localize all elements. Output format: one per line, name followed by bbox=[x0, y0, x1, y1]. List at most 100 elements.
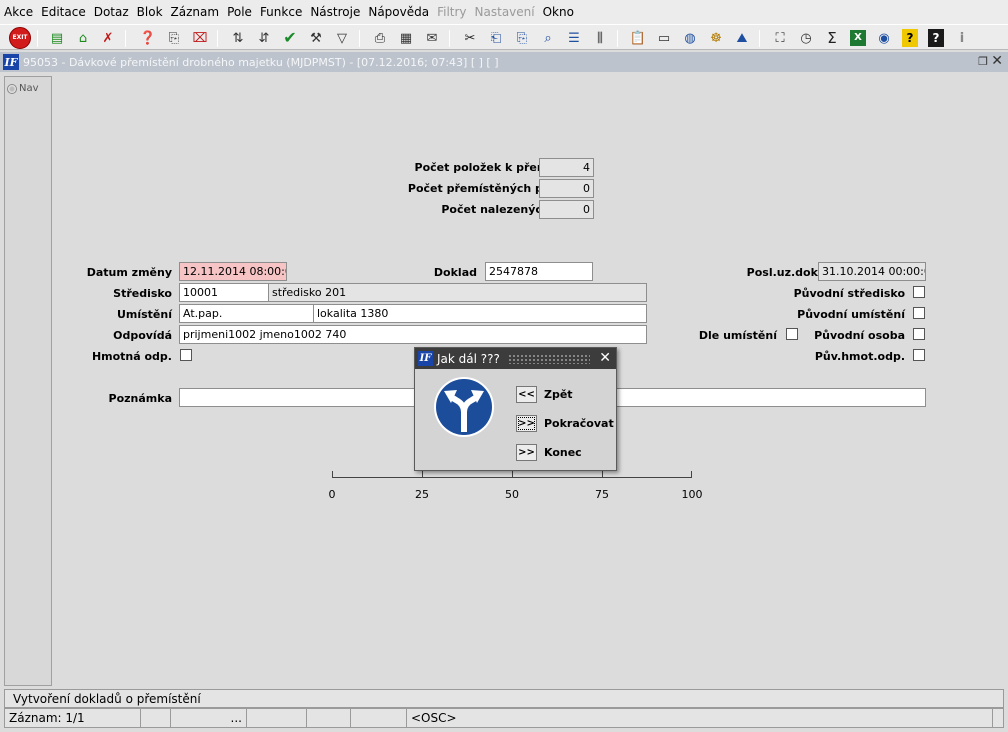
nav-tab[interactable]: Nav bbox=[7, 80, 47, 97]
menu-funkce[interactable]: Funkce bbox=[260, 5, 302, 19]
confirm-icon[interactable]: ✔ bbox=[280, 28, 300, 48]
globe-icon[interactable]: ◍ bbox=[680, 28, 700, 48]
datum-label: Datum změny bbox=[86, 266, 172, 279]
road-sign-icon bbox=[434, 377, 494, 437]
puv-umisteni-checkbox[interactable] bbox=[913, 307, 925, 319]
dialog-title: Jak dál ??? bbox=[437, 351, 500, 366]
duplicate-record-icon[interactable]: ⌂ bbox=[73, 28, 93, 48]
toolbar-separator bbox=[37, 30, 38, 47]
record-indicator: Záznam: 1/1 bbox=[5, 709, 141, 727]
nav-tab-label: Nav bbox=[19, 83, 39, 94]
datum-field[interactable]: 12.11.2014 08:00:00 bbox=[179, 262, 287, 281]
odpovida-label: Odpovídá bbox=[113, 329, 172, 342]
restore-icon[interactable]: ❐ bbox=[978, 55, 988, 68]
puv-umisteni-label: Původní umístění bbox=[797, 308, 905, 321]
mountain-icon[interactable]: ⛰ bbox=[732, 28, 752, 48]
nav-radio-icon bbox=[7, 83, 17, 94]
umisteni-name-field[interactable]: lokalita 1380 bbox=[313, 304, 647, 323]
dialog-titlebar: IF Jak dál ??? ✕ bbox=[415, 348, 616, 369]
enter-query-icon[interactable]: ❓ bbox=[138, 28, 158, 48]
clock-icon[interactable]: ◷ bbox=[796, 28, 816, 48]
menu-napoveda[interactable]: Nápověda bbox=[368, 5, 429, 19]
menu-akce[interactable]: Akce bbox=[4, 5, 33, 19]
end-label[interactable]: Konec bbox=[544, 446, 582, 459]
web-icon[interactable]: ◉ bbox=[874, 28, 894, 48]
copy-icon[interactable]: ⎗ bbox=[486, 28, 506, 48]
menu-bar: Akce Editace Dotaz Blok Záznam Pole Funk… bbox=[0, 0, 1008, 24]
dialog-close-icon[interactable]: ✕ bbox=[599, 350, 611, 366]
end-button[interactable]: >> bbox=[516, 444, 537, 461]
umisteni-code-field[interactable]: At.pap. bbox=[179, 304, 314, 323]
menu-blok[interactable]: Blok bbox=[137, 5, 163, 19]
chart-icon[interactable]: ⛶ bbox=[770, 28, 790, 48]
toolbar-separator bbox=[359, 30, 360, 47]
odpovida-field[interactable]: prijmeni1002 jmeno1002 740 bbox=[179, 325, 647, 344]
stredisko-code-field[interactable]: 10001 bbox=[179, 283, 269, 302]
cut-icon[interactable]: ✂ bbox=[460, 28, 480, 48]
print-preview-icon[interactable]: ▦ bbox=[396, 28, 416, 48]
menu-pole[interactable]: Pole bbox=[227, 5, 252, 19]
errors-count-field: 0 bbox=[539, 200, 594, 219]
status-cell bbox=[307, 709, 351, 727]
stredisko-name-field: středisko 201 bbox=[268, 283, 647, 302]
close-window-icon[interactable]: ✕ bbox=[991, 53, 1003, 69]
mail-icon[interactable]: ✉ bbox=[422, 28, 442, 48]
dialog-logo-icon: IF bbox=[418, 351, 433, 366]
toolbar: EXIT ▤ ⌂ ✗ ❓ ⎘ ⌧ ⇅ ⇵ ✔ ⚒ ▽ ⎙ ▦ ✉ ✂ ⎗ ⎘ ⌕… bbox=[0, 24, 1008, 50]
puv-stredisko-checkbox[interactable] bbox=[913, 286, 925, 298]
status-bar: Záznam: 1/1 ... <OSC> bbox=[4, 708, 1004, 728]
scale-tick bbox=[512, 471, 513, 478]
status-ellipsis: ... bbox=[171, 709, 247, 727]
hmotna-odp-checkbox[interactable] bbox=[180, 349, 192, 361]
toolbar-separator bbox=[449, 30, 450, 47]
toolbar-separator bbox=[217, 30, 218, 47]
dle-umisteni-checkbox[interactable] bbox=[786, 328, 798, 340]
menu-okno[interactable]: Okno bbox=[543, 5, 574, 19]
exit-button[interactable]: EXIT bbox=[9, 27, 31, 49]
paste-icon[interactable]: ⎘ bbox=[512, 28, 532, 48]
document-icon[interactable]: ▭ bbox=[654, 28, 674, 48]
menu-zaznam[interactable]: Záznam bbox=[171, 5, 220, 19]
scale-tick bbox=[332, 471, 333, 478]
columns-icon[interactable]: ⫼ bbox=[590, 28, 610, 48]
help-icon[interactable]: ? bbox=[928, 29, 944, 47]
delete-record-icon[interactable]: ✗ bbox=[98, 28, 118, 48]
window-titlebar: IF 95053 - Dávkové přemístění drobného m… bbox=[0, 52, 1008, 72]
cancel-query-icon[interactable]: ⌧ bbox=[190, 28, 210, 48]
continue-button[interactable]: >> bbox=[516, 415, 537, 432]
sort-descending-icon[interactable]: ⇵ bbox=[254, 28, 274, 48]
print-icon[interactable]: ⎙ bbox=[370, 28, 390, 48]
app-logo-icon: IF bbox=[3, 54, 19, 70]
toolbar-separator bbox=[759, 30, 760, 47]
wrench-icon[interactable]: ⚒ bbox=[306, 28, 326, 48]
find-icon[interactable]: ⌕ bbox=[538, 28, 558, 48]
insert-record-icon[interactable]: ▤ bbox=[47, 28, 67, 48]
doklad-field[interactable]: 2547878 bbox=[485, 262, 593, 281]
hmotna-odp-label: Hmotná odp. bbox=[91, 350, 172, 363]
puv-hmot-checkbox[interactable] bbox=[913, 349, 925, 361]
continue-label[interactable]: Pokračovat bbox=[544, 417, 614, 430]
scale-tick-label: 100 bbox=[681, 488, 703, 501]
puv-osoba-checkbox[interactable] bbox=[913, 328, 925, 340]
scale-tick-label: 0 bbox=[328, 488, 336, 501]
sort-ascending-icon[interactable]: ⇅ bbox=[228, 28, 248, 48]
helm-icon[interactable]: ☸ bbox=[706, 28, 726, 48]
execute-query-icon[interactable]: ⎘ bbox=[164, 28, 184, 48]
filter-icon[interactable]: ▽ bbox=[332, 28, 352, 48]
menu-dotaz[interactable]: Dotaz bbox=[94, 5, 129, 19]
back-label[interactable]: Zpět bbox=[544, 388, 573, 401]
info-icon[interactable]: i bbox=[952, 28, 972, 48]
clipboard-icon[interactable]: 📋 bbox=[628, 28, 648, 48]
sum-icon[interactable]: Σ bbox=[822, 28, 842, 48]
scale-tick-label: 25 bbox=[415, 488, 429, 501]
excel-icon[interactable]: X bbox=[850, 30, 866, 46]
help-question-icon[interactable]: ? bbox=[902, 29, 918, 47]
list-icon[interactable]: ☰ bbox=[564, 28, 584, 48]
doklad-label: Doklad bbox=[433, 266, 477, 279]
menu-editace[interactable]: Editace bbox=[41, 5, 86, 19]
back-button[interactable]: << bbox=[516, 386, 537, 403]
puv-stredisko-label: Původní středisko bbox=[793, 287, 905, 300]
posl-doklad-field: 31.10.2014 00:00:00 bbox=[818, 262, 926, 281]
nav-pane: Nav bbox=[4, 76, 52, 686]
menu-nastroje[interactable]: Nástroje bbox=[310, 5, 360, 19]
